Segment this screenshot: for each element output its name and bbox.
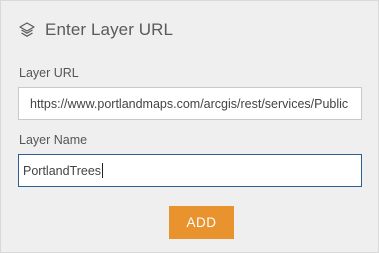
enter-layer-url-panel: Enter Layer URL Layer URL Layer Name Por… [0,0,379,253]
layer-url-input[interactable] [18,87,362,120]
panel-title: Enter Layer URL [45,20,174,39]
layer-name-label: Layer Name [19,133,88,147]
panel-header: Enter Layer URL [18,20,173,40]
layer-name-value: PortlandTrees [23,163,102,178]
add-button[interactable]: ADD [169,206,234,239]
layer-url-label: Layer URL [19,66,79,80]
layer-name-input[interactable]: PortlandTrees [18,154,362,187]
text-caret [102,163,104,178]
layers-icon [18,21,36,39]
